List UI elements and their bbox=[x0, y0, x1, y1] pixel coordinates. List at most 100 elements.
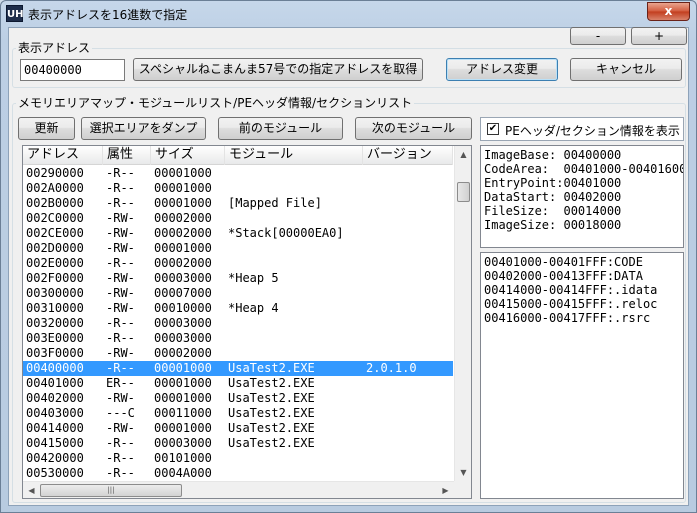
table-row[interactable]: 002A0000 -R-- 00001000 bbox=[23, 181, 453, 196]
main-window: UH 表示アドレスを16進数で指定 x - + 表示アドレス 00400000 … bbox=[0, 0, 697, 513]
cell-attribute: -R-- bbox=[106, 181, 135, 195]
cell-address: 00420000 bbox=[26, 451, 84, 465]
cell-attribute: -RW- bbox=[106, 286, 135, 300]
cell-size: 00003000 bbox=[154, 331, 212, 345]
table-row[interactable]: 00530000 -R-- 0004A000 bbox=[23, 466, 453, 481]
section-list[interactable]: 00401000-00401FFF:CODE 00402000-00413FFF… bbox=[480, 252, 684, 499]
cell-attribute: -R-- bbox=[106, 436, 135, 450]
memory-map-list[interactable]: アドレス 属性 サイズ モジュール バージョン 00290000 -R-- 0000… bbox=[22, 145, 472, 499]
app-icon: UH bbox=[6, 5, 24, 22]
get-address-button[interactable]: スペシャルねこまんま57号での指定アドレスを取得 bbox=[133, 58, 423, 81]
column-header-version[interactable]: バージョン bbox=[363, 146, 453, 165]
table-row[interactable]: 002C0000 -RW- 00002000 bbox=[23, 211, 453, 226]
table-row[interactable]: 002E0000 -R-- 00002000 bbox=[23, 256, 453, 271]
title-bar[interactable]: UH 表示アドレスを16進数で指定 x bbox=[1, 1, 696, 27]
cell-attribute: -R-- bbox=[106, 331, 135, 345]
scroll-up-icon[interactable]: ▲ bbox=[455, 146, 471, 163]
table-row[interactable]: 003F0000 -RW- 00002000 bbox=[23, 346, 453, 361]
cell-size: 00002000 bbox=[154, 226, 212, 240]
minus-button[interactable]: - bbox=[570, 27, 626, 45]
pe-info-checkbox[interactable]: ✔ bbox=[487, 123, 499, 135]
scroll-right-icon[interactable]: ▶ bbox=[437, 482, 454, 498]
vertical-scrollbar[interactable]: ▲ ▼ bbox=[454, 146, 471, 481]
table-row[interactable]: 00402000 -RW- 00001000 UsaTest2.EXE bbox=[23, 391, 453, 406]
cell-address: 002F0000 bbox=[26, 271, 84, 285]
table-row[interactable]: 00300000 -RW- 00007000 bbox=[23, 286, 453, 301]
cell-attribute: -RW- bbox=[106, 346, 135, 360]
dialog-client: - + 表示アドレス 00400000 スペシャルねこまんま57号での指定アドレ… bbox=[8, 27, 689, 506]
cell-address: 002C0000 bbox=[26, 211, 84, 225]
cell-address: 002A0000 bbox=[26, 181, 84, 195]
cell-size: 00011000 bbox=[154, 406, 212, 420]
table-row[interactable]: 002CE000 -RW- 00002000 *Stack[00000EA0] bbox=[23, 226, 453, 241]
plus-button[interactable]: + bbox=[631, 27, 687, 45]
cell-address: 00402000 bbox=[26, 391, 84, 405]
cell-attribute: -R-- bbox=[106, 451, 135, 465]
cell-size: 00001000 bbox=[154, 421, 212, 435]
cell-address: 003F0000 bbox=[26, 346, 84, 360]
cell-attribute: -RW- bbox=[106, 391, 135, 405]
pe-header-info[interactable]: ImageBase: 00400000 CodeArea: 00401000-0… bbox=[480, 145, 684, 248]
refresh-button[interactable]: 更新 bbox=[18, 117, 75, 140]
cell-module: UsaTest2.EXE bbox=[228, 391, 315, 405]
horizontal-scroll-thumb[interactable]: ||| bbox=[40, 484, 182, 497]
cell-attribute: -R-- bbox=[106, 166, 135, 180]
list-body: 00290000 -R-- 00001000 002A0000 -R-- 00001000… bbox=[23, 166, 453, 481]
cell-attribute: -RW- bbox=[106, 421, 135, 435]
address-input[interactable]: 00400000 bbox=[20, 59, 125, 81]
change-address-button[interactable]: アドレス変更 bbox=[446, 58, 558, 81]
cell-module: *Heap 4 bbox=[228, 301, 279, 315]
cell-address: 00310000 bbox=[26, 301, 84, 315]
scroll-down-icon[interactable]: ▼ bbox=[455, 464, 471, 481]
prev-module-button[interactable]: 前のモジュール bbox=[218, 117, 343, 140]
table-row[interactable]: 002D0000 -RW- 00001000 bbox=[23, 241, 453, 256]
cell-size: 00003000 bbox=[154, 436, 212, 450]
list-header: アドレス 属性 サイズ モジュール バージョン bbox=[23, 146, 453, 165]
cancel-button[interactable]: キャンセル bbox=[570, 58, 682, 81]
table-row[interactable]: 00310000 -RW- 00010000 *Heap 4 bbox=[23, 301, 453, 316]
address-group-label: 表示アドレス bbox=[16, 41, 93, 55]
cell-size: 00001000 bbox=[154, 241, 212, 255]
column-header-address[interactable]: アドレス bbox=[23, 146, 103, 165]
column-header-attribute[interactable]: 属性 bbox=[103, 146, 151, 165]
cell-address: 002CE000 bbox=[26, 226, 84, 240]
cell-size: 00003000 bbox=[154, 316, 212, 330]
close-button[interactable]: x bbox=[647, 2, 690, 21]
vertical-scroll-thumb[interactable] bbox=[457, 182, 470, 202]
table-row[interactable]: 002B0000 -R-- 00001000 [Mapped File] bbox=[23, 196, 453, 211]
cell-module: UsaTest2.EXE bbox=[228, 436, 315, 450]
column-header-module[interactable]: モジュール bbox=[225, 146, 363, 165]
table-row[interactable]: 00401000 ER-- 00001000 UsaTest2.EXE bbox=[23, 376, 453, 391]
cell-attribute: -R-- bbox=[106, 466, 135, 480]
table-row[interactable]: 00290000 -R-- 00001000 bbox=[23, 166, 453, 181]
cell-address: 00415000 bbox=[26, 436, 84, 450]
scroll-left-icon[interactable]: ◀ bbox=[23, 482, 40, 498]
cell-module: UsaTest2.EXE bbox=[228, 376, 315, 390]
cell-address: 00401000 bbox=[26, 376, 84, 390]
cell-address: 003E0000 bbox=[26, 331, 84, 345]
cell-module: UsaTest2.EXE bbox=[228, 421, 315, 435]
cell-size: 00001000 bbox=[154, 196, 212, 210]
table-row[interactable]: 00415000 -R-- 00003000 UsaTest2.EXE bbox=[23, 436, 453, 451]
dump-area-button[interactable]: 選択エリアをダンプ bbox=[81, 117, 206, 140]
cell-attribute: ---C bbox=[106, 406, 135, 420]
pe-info-checkbox-label: PEヘッダ/セクション情報を表示 bbox=[505, 124, 680, 138]
pe-info-checkbox-row[interactable]: ✔ PEヘッダ/セクション情報を表示 bbox=[480, 117, 684, 141]
cell-size: 00002000 bbox=[154, 346, 212, 360]
cell-address: 00414000 bbox=[26, 421, 84, 435]
table-row[interactable]: 002F0000 -RW- 00003000 *Heap 5 bbox=[23, 271, 453, 286]
cell-size: 00003000 bbox=[154, 271, 212, 285]
next-module-button[interactable]: 次のモジュール bbox=[355, 117, 472, 140]
horizontal-scrollbar[interactable]: ◀ ||| ▶ bbox=[23, 481, 454, 498]
cell-address: 00403000 bbox=[26, 406, 84, 420]
column-header-size[interactable]: サイズ bbox=[151, 146, 225, 165]
cell-attribute: -RW- bbox=[106, 211, 135, 225]
table-row[interactable]: 00400000 -R-- 00001000 UsaTest2.EXE 2.0.1.0 bbox=[23, 361, 453, 376]
table-row[interactable]: 003E0000 -R-- 00003000 bbox=[23, 331, 453, 346]
table-row[interactable]: 00403000 ---C 00011000 UsaTest2.EXE bbox=[23, 406, 453, 421]
table-row[interactable]: 00420000 -R-- 00101000 bbox=[23, 451, 453, 466]
cell-attribute: -RW- bbox=[106, 271, 135, 285]
table-row[interactable]: 00320000 -R-- 00003000 bbox=[23, 316, 453, 331]
table-row[interactable]: 00414000 -RW- 00001000 UsaTest2.EXE bbox=[23, 421, 453, 436]
cell-module: *Heap 5 bbox=[228, 271, 279, 285]
